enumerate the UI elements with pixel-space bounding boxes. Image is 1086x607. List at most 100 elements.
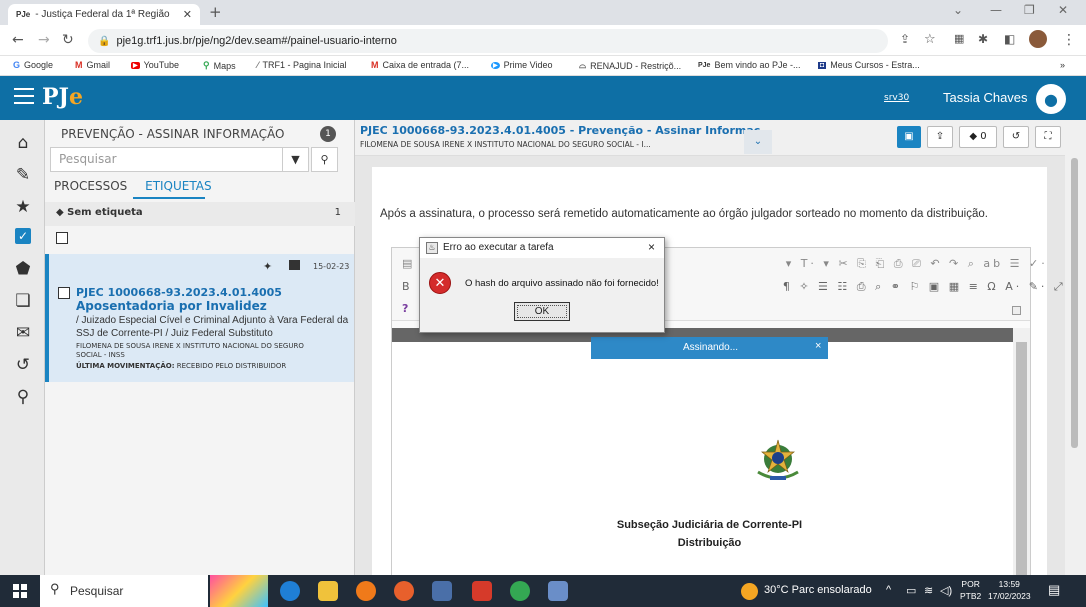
bookmark-maps[interactable]: ⚲ Maps — [203, 60, 236, 71]
more-bookmarks[interactable]: » — [1060, 60, 1065, 70]
details-button[interactable]: ▣ — [897, 126, 921, 148]
user-avatar-icon[interactable]: ● — [1036, 84, 1066, 114]
search-button[interactable]: ⚲ — [311, 147, 338, 172]
taskbar-clock[interactable]: 13:59 17/02/2023 — [988, 578, 1031, 602]
tab-etiquetas[interactable]: ETIQUETAS — [145, 179, 212, 193]
address-bar[interactable]: 🔒 pje1g.trf1.jus.br/pje/ng2/dev.seam#/pa… — [88, 29, 888, 53]
process-card[interactable]: ✦ 15-02-23 PJEC 1000668-93.2023.4.01.400… — [45, 254, 354, 382]
volume-icon[interactable]: ◁) — [940, 584, 952, 597]
pje-logo[interactable]: PJe — [42, 84, 83, 110]
page-scroll-thumb[interactable] — [1071, 158, 1078, 448]
pin-icon[interactable]: ✦ — [263, 260, 272, 273]
select-all-checkbox[interactable] — [56, 232, 68, 244]
puzzle-icon[interactable]: ✱ — [978, 32, 988, 46]
signing-notice: Após a assinatura, o processo será remet… — [380, 208, 988, 220]
file-explorer-icon[interactable] — [318, 581, 338, 601]
tab-search-icon[interactable]: ⌄ — [953, 3, 963, 17]
app-o-icon[interactable] — [356, 581, 376, 601]
copy-icon[interactable]: ❏ — [12, 290, 34, 312]
hamburger-menu-icon[interactable] — [14, 88, 34, 104]
pje-icon: PJe — [698, 61, 711, 69]
back-icon[interactable]: ← — [12, 32, 24, 48]
share-button[interactable]: ⇪ — [927, 126, 953, 148]
browser-tab[interactable]: PJe - Justiça Federal da 1ª Região ✕ — [8, 4, 200, 25]
bookmark-gmail[interactable]: M Gmail — [75, 60, 110, 70]
tags-icon[interactable]: ⬟ — [12, 258, 34, 280]
search-input[interactable]: Pesquisar — [50, 147, 300, 172]
process-checkbox[interactable] — [58, 287, 70, 299]
home-icon[interactable]: ⌂ — [12, 132, 34, 154]
dialog-close-icon[interactable]: × — [648, 240, 655, 254]
lock-icon: 🔒 — [98, 35, 111, 47]
tag-icon: ◆ — [969, 131, 978, 142]
bookmark-google[interactable]: G Google — [13, 60, 53, 70]
dialog-titlebar[interactable]: ♨ Erro ao executar a tarefa × — [420, 238, 664, 258]
weather-text[interactable]: 30°C Parc ensolarado — [764, 584, 872, 596]
weather-icon[interactable] — [741, 583, 758, 600]
collapse-toolbar-icon[interactable] — [1012, 306, 1021, 315]
prime-icon: ▶ — [491, 61, 500, 69]
taskbar-search[interactable]: ⚲ Pesquisar — [40, 575, 208, 607]
share-icon[interactable]: ⇪ — [900, 32, 910, 46]
task-count-badge: 1 — [320, 126, 336, 142]
process-number[interactable]: PJEC 1000668-93.2023.4.01.4005 — [76, 286, 282, 299]
fullscreen-button[interactable]: ⛶ — [1035, 126, 1061, 148]
java-app-icon: ♨ — [426, 242, 438, 254]
checkbox-icon[interactable]: ✓ — [15, 228, 31, 244]
tray-arrow-icon[interactable]: ^ — [886, 584, 891, 596]
forward-icon[interactable]: → — [38, 32, 50, 48]
language-indicator[interactable]: POR PTB2 — [960, 578, 981, 602]
dropdown-caret-icon[interactable]: ▼ — [282, 147, 309, 172]
extension-icon[interactable]: ▦ — [954, 32, 964, 45]
process-class[interactable]: Aposentadoria por Invalidez — [76, 299, 267, 313]
bookmark-youtube[interactable]: ▶ YouTube — [131, 60, 179, 70]
windows-start-icon[interactable] — [13, 584, 27, 598]
tag-button[interactable]: ◆ 0 — [959, 126, 997, 148]
ok-button[interactable]: OK — [514, 302, 570, 321]
search-highlight-image[interactable] — [210, 575, 268, 607]
tag-count: 1 — [334, 207, 341, 218]
bookmark-trf1[interactable]: ⁄ TRF1 - Pagina Inicial — [257, 60, 347, 70]
bookmark-star-icon[interactable]: ☆ — [924, 32, 936, 47]
dialog-title: Erro ao executar a tarefa — [443, 242, 554, 253]
envelope-icon[interactable]: ✉ — [12, 322, 34, 344]
tray-display-icon[interactable]: ▭ — [906, 584, 916, 597]
chevron-down-icon[interactable]: ⌄ — [744, 130, 772, 154]
history-button[interactable]: ↺ — [1003, 126, 1029, 148]
search-icon[interactable]: ⚲ — [12, 386, 34, 408]
bookmark-caixa[interactable]: M Caixa de entrada (7... — [371, 60, 469, 70]
close-tab-icon[interactable]: ✕ — [183, 8, 192, 21]
reload-icon[interactable]: ↻ — [62, 32, 74, 48]
bookmark-prime[interactable]: ▶ Prime Video — [491, 60, 552, 70]
help-icon[interactable]: ? — [402, 302, 411, 315]
page-scrollbar[interactable] — [1065, 120, 1086, 575]
new-tab-icon[interactable]: + — [209, 3, 222, 21]
window-close-icon[interactable]: ✕ — [1058, 3, 1068, 17]
side-panel-icon[interactable]: ◧ — [1004, 32, 1015, 46]
star-icon[interactable]: ★ — [12, 196, 34, 218]
anydesk-icon[interactable] — [472, 581, 492, 601]
tab-processos[interactable]: PROCESSOS — [54, 179, 127, 193]
edge-icon[interactable] — [280, 581, 300, 601]
bookmark-cursos[interactable]: ◘ Meus Cursos - Estra... — [818, 60, 920, 70]
java-icon[interactable] — [548, 581, 568, 601]
task-list-panel: PREVENÇÃO - ASSINAR INFORMAÇÃO 1 Pesquis… — [45, 120, 355, 575]
tag-group-row[interactable]: ◆ Sem etiqueta 1 — [45, 202, 355, 226]
wifi-icon[interactable]: ≋ — [924, 584, 933, 597]
notifications-icon[interactable]: ▤ — [1048, 582, 1060, 598]
menu-dots-icon[interactable]: ⋮ — [1062, 32, 1076, 48]
bookmark-pje[interactable]: PJe Bem vindo ao PJe -... — [698, 60, 801, 70]
app-network-icon[interactable] — [432, 581, 452, 601]
task-content: Após a assinatura, o processo será remet… — [355, 156, 1065, 575]
profile-avatar[interactable] — [1029, 30, 1047, 48]
signing-close-icon[interactable]: × — [815, 340, 821, 352]
minimize-icon[interactable]: — — [990, 3, 1002, 17]
bookmark-renajud[interactable]: ⌓ RENAJUD - Restriçõ... — [579, 60, 681, 71]
user-name[interactable]: Tassia Chaves — [943, 90, 1028, 105]
pencil-icon[interactable]: ✎ — [12, 164, 34, 186]
restore-icon[interactable]: ❐ — [1024, 3, 1035, 17]
history-icon[interactable]: ↺ — [12, 354, 34, 376]
firefox-icon[interactable] — [394, 581, 414, 601]
book-icon[interactable] — [289, 260, 300, 270]
chrome-icon[interactable] — [510, 581, 530, 601]
